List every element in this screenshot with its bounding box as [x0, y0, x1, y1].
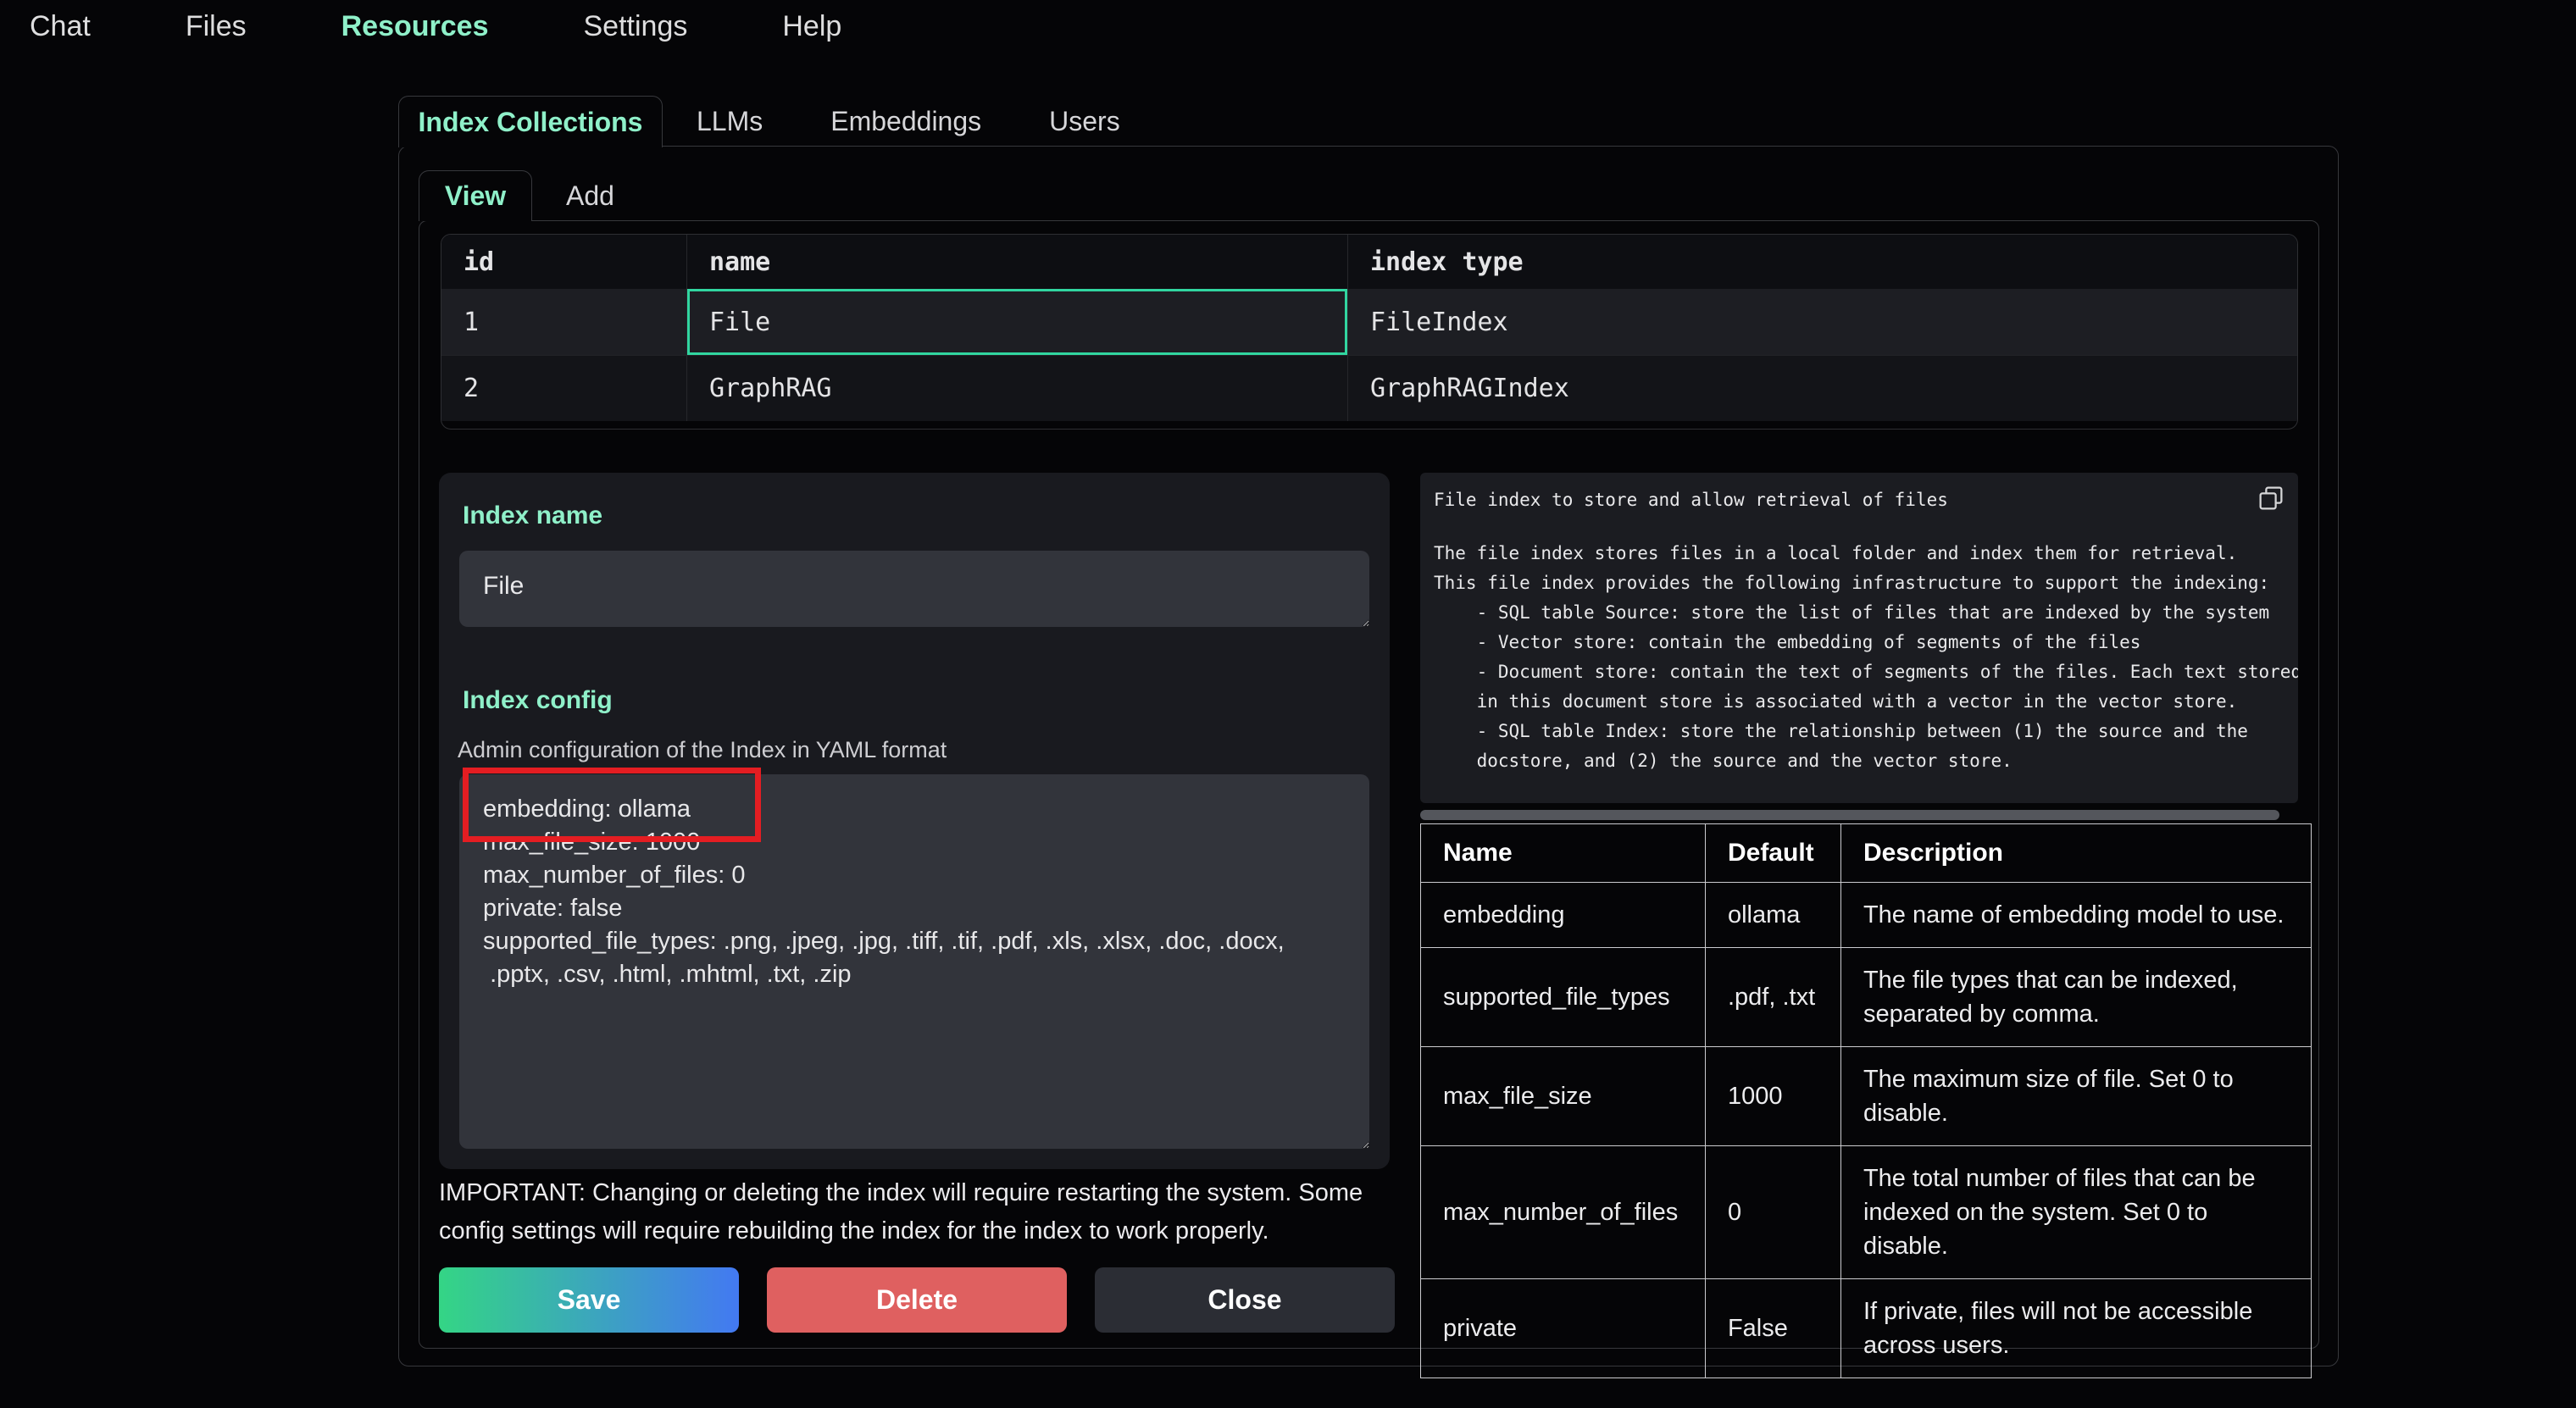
param-name: max_file_size [1421, 1047, 1706, 1146]
nav-item[interactable]: Chat [30, 10, 91, 43]
param-description: The file types that can be indexed, sepa… [1840, 948, 2311, 1047]
param-default: 1000 [1705, 1047, 1840, 1146]
copy-icon[interactable] [2256, 483, 2286, 513]
param-default: 0 [1705, 1146, 1840, 1279]
col-header-id: id [441, 235, 687, 289]
col-header-name: name [687, 235, 1348, 289]
view-add-tabs: View Add [419, 170, 648, 221]
resource-tab[interactable]: Users [1015, 96, 1154, 147]
index-name-input[interactable]: File [459, 551, 1369, 627]
nav-item[interactable]: Settings [584, 10, 688, 43]
cell-name[interactable]: GraphRAG [687, 356, 1348, 421]
param-description: If private, files will not be accessible… [1840, 1279, 2311, 1378]
param-default: False [1705, 1279, 1840, 1378]
params-col-name: Name [1421, 824, 1706, 883]
param-default: .pdf, .txt [1705, 948, 1840, 1047]
index-collections-table: id name index type 1 File FileIndex 2 Gr… [441, 234, 2298, 430]
delete-button[interactable]: Delete [767, 1267, 1067, 1333]
params-col-default: Default [1705, 824, 1840, 883]
params-row: private False If private, files will not… [1421, 1279, 2312, 1378]
index-editor-card: Index name File Index config Admin confi… [439, 473, 1390, 1169]
params-row: supported_file_types .pdf, .txt The file… [1421, 948, 2312, 1047]
cell-name[interactable]: File [687, 289, 1348, 355]
cell-id[interactable]: 1 [441, 289, 687, 355]
param-default: ollama [1705, 883, 1840, 948]
index-params-table: Name Default Description embedding ollam… [1420, 823, 2312, 1378]
param-name: embedding [1421, 883, 1706, 948]
table-row[interactable]: 2 GraphRAG GraphRAGIndex [441, 355, 2297, 421]
view-tab[interactable]: Add [532, 170, 648, 221]
param-name: supported_file_types [1421, 948, 1706, 1047]
close-button[interactable]: Close [1095, 1267, 1395, 1333]
save-button[interactable]: Save [439, 1267, 739, 1333]
resource-tab[interactable]: Embeddings [797, 96, 1015, 147]
index-description-title: File index to store and allow retrieval … [1434, 490, 2298, 510]
cell-index-type[interactable]: FileIndex [1348, 289, 2297, 355]
index-description-panel: File index to store and allow retrieval … [1420, 473, 2298, 803]
index-config-label: Index config [463, 686, 613, 715]
param-name: private [1421, 1279, 1706, 1378]
config-hint: Admin configuration of the Index in YAML… [458, 737, 947, 763]
index-description-body: The file index stores files in a local f… [1434, 539, 2298, 776]
params-row: max_file_size 1000 The maximum size of f… [1421, 1047, 2312, 1146]
cell-id[interactable]: 2 [441, 356, 687, 421]
param-description: The total number of files that can be in… [1840, 1146, 2311, 1279]
index-name-label: Index name [463, 502, 602, 530]
index-config-input[interactable]: embedding: ollama max_file_size: 1000 ma… [459, 774, 1369, 1149]
params-row: embedding ollama The name of embedding m… [1421, 883, 2312, 948]
param-description: The name of embedding model to use. [1840, 883, 2311, 948]
params-col-description: Description [1840, 824, 2311, 883]
col-header-index-type: index type [1348, 235, 2297, 289]
params-header-row: Name Default Description [1421, 824, 2312, 883]
nav-item[interactable]: Help [782, 10, 841, 43]
param-description: The maximum size of file. Set 0 to disab… [1840, 1047, 2311, 1146]
nav-item[interactable]: Resources [341, 10, 489, 43]
resource-tab[interactable]: LLMs [663, 96, 797, 147]
index-table-header: id name index type [441, 235, 2297, 289]
horizontal-scrollbar[interactable] [1420, 810, 2279, 820]
params-row: max_number_of_files 0 The total number o… [1421, 1146, 2312, 1279]
view-tab[interactable]: View [419, 170, 532, 221]
action-buttons: Save Delete Close [439, 1267, 1395, 1333]
resource-tabs: Index Collections LLMs Embeddings Users [398, 96, 1154, 147]
top-nav: Chat Files Resources Settings Help [30, 0, 841, 53]
cell-index-type[interactable]: GraphRAGIndex [1348, 356, 2297, 421]
param-name: max_number_of_files [1421, 1146, 1706, 1279]
resource-tab[interactable]: Index Collections [398, 96, 663, 147]
nav-item[interactable]: Files [186, 10, 247, 43]
resources-page: Chat Files Resources Settings Help Index… [0, 0, 2576, 1408]
table-row[interactable]: 1 File FileIndex [441, 289, 2297, 355]
important-note: IMPORTANT: Changing or deleting the inde… [439, 1174, 1396, 1250]
